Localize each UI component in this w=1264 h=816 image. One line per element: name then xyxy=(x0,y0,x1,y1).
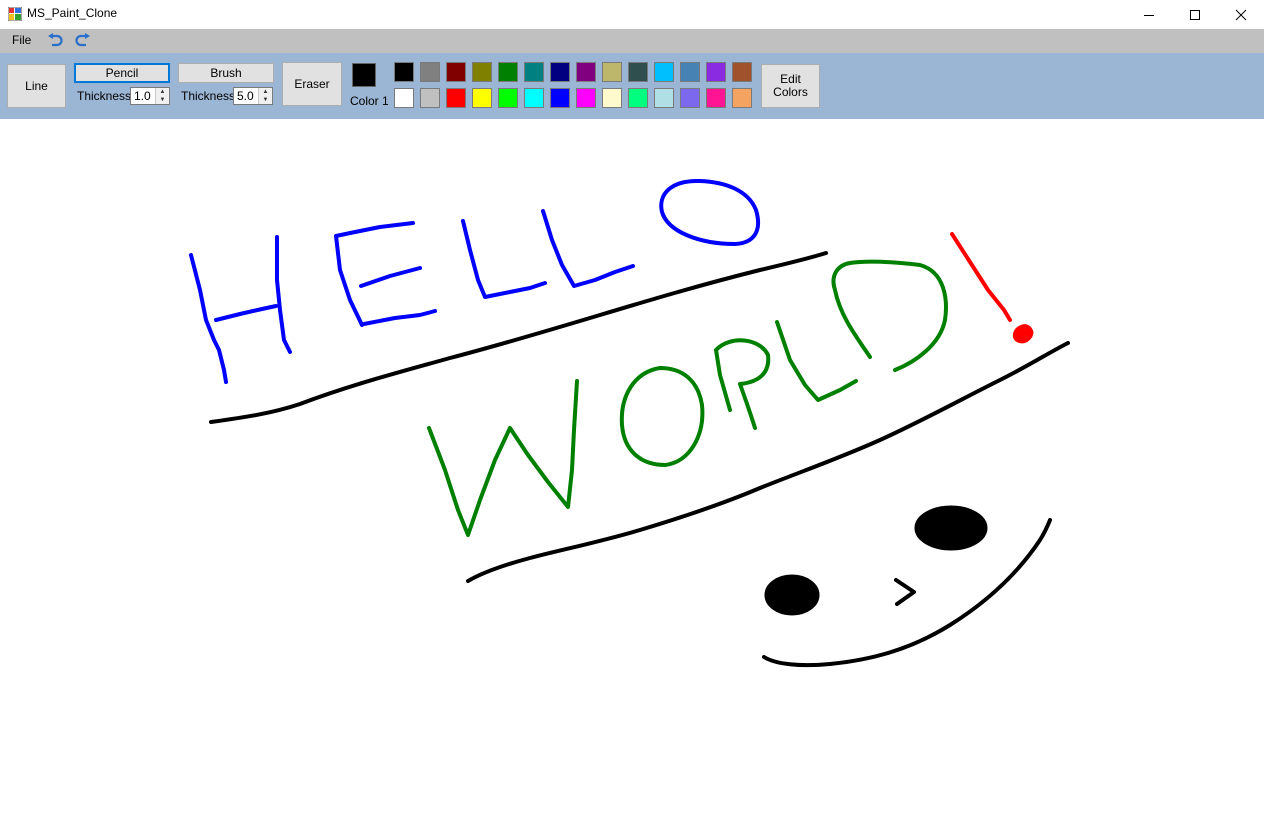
palette-swatch[interactable] xyxy=(472,62,492,82)
color1-swatch[interactable] xyxy=(352,63,376,87)
toolbar: Line Pencil Thickness 1.0 ▲ ▼ Brush Thic… xyxy=(0,53,1264,119)
palette-swatch[interactable] xyxy=(732,88,752,108)
palette-swatch[interactable] xyxy=(628,88,648,108)
palette-swatch[interactable] xyxy=(706,88,726,108)
palette-swatch[interactable] xyxy=(550,62,570,82)
color1-label: Color 1 xyxy=(350,94,389,108)
palette-swatch[interactable] xyxy=(654,62,674,82)
window-title: MS_Paint_Clone xyxy=(27,6,118,20)
pencil-thickness-value[interactable]: 1.0 xyxy=(134,89,151,103)
stepper-up-icon[interactable]: ▲ xyxy=(156,88,169,96)
palette-swatch[interactable] xyxy=(550,88,570,108)
pencil-tool-button[interactable]: Pencil xyxy=(74,63,170,83)
palette-swatch[interactable] xyxy=(472,88,492,108)
pencil-thickness-stepper[interactable]: 1.0 ▲ ▼ xyxy=(130,87,170,105)
palette-swatch[interactable] xyxy=(576,62,596,82)
palette-swatch[interactable] xyxy=(680,62,700,82)
palette-swatch[interactable] xyxy=(602,88,622,108)
eraser-tool-button[interactable]: Eraser xyxy=(282,62,342,106)
stepper-up-icon[interactable]: ▲ xyxy=(259,88,272,96)
edit-colors-button[interactable]: Edit Colors xyxy=(761,64,820,108)
app-icon xyxy=(8,7,22,21)
undo-icon[interactable] xyxy=(46,33,64,49)
menu-bar: File xyxy=(0,29,1264,53)
line-tool-button[interactable]: Line xyxy=(7,64,66,108)
palette-swatch[interactable] xyxy=(498,62,518,82)
palette-swatch[interactable] xyxy=(732,62,752,82)
palette-swatch[interactable] xyxy=(524,88,544,108)
palette-swatch[interactable] xyxy=(628,62,648,82)
palette-swatch[interactable] xyxy=(680,88,700,108)
minimize-button[interactable] xyxy=(1126,0,1172,29)
palette-swatch[interactable] xyxy=(394,88,414,108)
close-icon xyxy=(1235,9,1247,20)
palette-swatch[interactable] xyxy=(654,88,674,108)
palette-swatch[interactable] xyxy=(446,62,466,82)
brush-thickness-label: Thickness xyxy=(181,89,236,103)
color-palette xyxy=(394,62,758,110)
redo-icon[interactable] xyxy=(74,33,92,49)
palette-swatch[interactable] xyxy=(446,88,466,108)
exclamation-strokes xyxy=(950,232,1034,344)
stepper-down-icon[interactable]: ▼ xyxy=(259,96,272,104)
palette-swatch[interactable] xyxy=(498,88,518,108)
pencil-thickness-label: Thickness xyxy=(77,89,132,103)
palette-swatch[interactable] xyxy=(602,62,622,82)
palette-swatch[interactable] xyxy=(524,62,544,82)
world-strokes xyxy=(427,259,948,537)
menu-file[interactable]: File xyxy=(8,33,35,47)
brush-thickness-stepper[interactable]: 5.0 ▲ ▼ xyxy=(233,87,273,105)
smiley-strokes xyxy=(762,505,1052,668)
brush-thickness-value[interactable]: 5.0 xyxy=(237,89,254,103)
palette-swatch[interactable] xyxy=(420,62,440,82)
maximize-button[interactable] xyxy=(1172,0,1218,29)
drawing-canvas[interactable] xyxy=(0,119,1264,816)
stepper-arrows: ▲ ▼ xyxy=(155,88,169,104)
palette-swatch[interactable] xyxy=(706,62,726,82)
maximize-icon xyxy=(1190,9,1200,20)
palette-swatch[interactable] xyxy=(576,88,596,108)
palette-swatch[interactable] xyxy=(420,88,440,108)
minimize-icon xyxy=(1144,14,1154,16)
close-button[interactable] xyxy=(1218,0,1264,29)
stepper-down-icon[interactable]: ▼ xyxy=(156,96,169,104)
palette-swatch[interactable] xyxy=(394,62,414,82)
stepper-arrows: ▲ ▼ xyxy=(258,88,272,104)
canvas-drawing xyxy=(189,178,1070,668)
title-bar: MS_Paint_Clone xyxy=(0,0,1264,29)
brush-tool-button[interactable]: Brush xyxy=(178,63,274,83)
